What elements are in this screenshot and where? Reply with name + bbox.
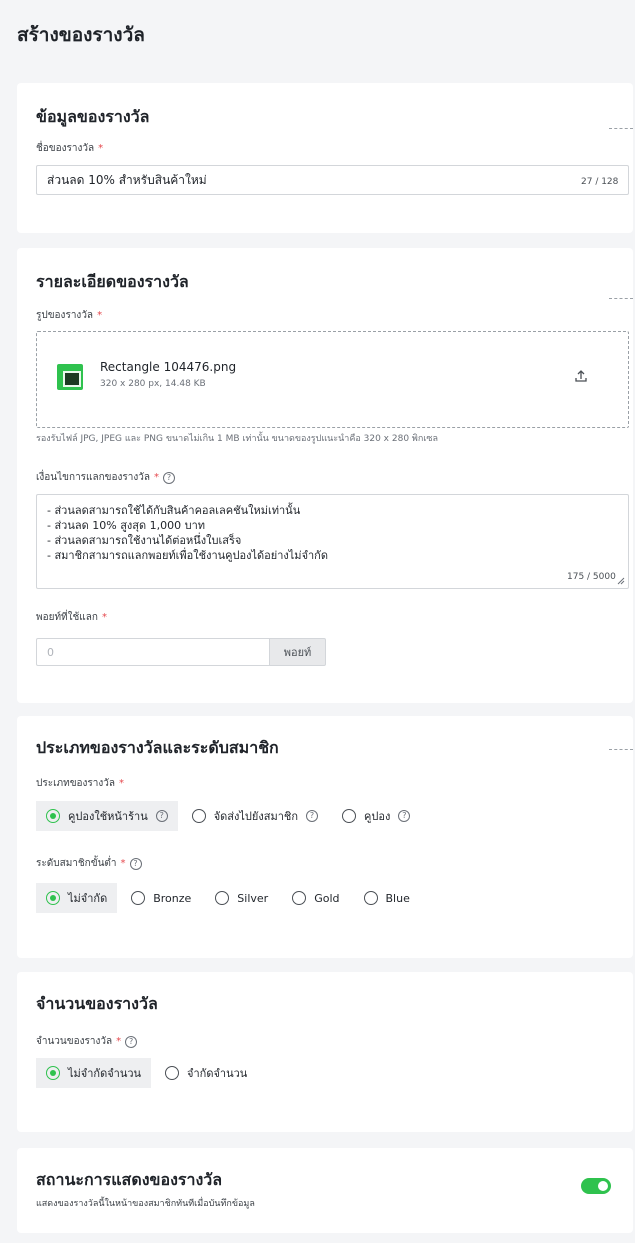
radio-label: Bronze xyxy=(153,891,192,905)
reward-type-label: ประเภทของรางวัล * xyxy=(36,776,124,791)
required-mark: * xyxy=(119,778,125,789)
image-upload-area[interactable]: Rectangle 104476.png 320 x 280 px, 14.48… xyxy=(36,331,629,428)
points-unit: พอยท์ xyxy=(270,638,326,666)
radio-unselected-icon xyxy=(363,891,378,905)
help-icon[interactable]: ? xyxy=(398,810,411,822)
tier-label-text: ระดับสมาชิกขั้นต่ำ xyxy=(36,858,117,869)
reward-name-label: ชื่อของรางวัล * xyxy=(36,141,103,156)
help-icon[interactable]: ? xyxy=(125,1035,138,1048)
radio-tier-silver[interactable]: Silver xyxy=(205,883,278,913)
reward-details-title: รายละเอียดของรางวัล xyxy=(36,272,189,291)
points-input[interactable]: 0 xyxy=(36,638,270,666)
conditions-textarea[interactable]: - ส่วนลดสามารถใช้ได้กับสินค้าคอลเลคชันให… xyxy=(36,494,629,589)
points-input-group: 0 พอยท์ xyxy=(36,638,326,666)
display-status-toggle[interactable] xyxy=(581,1178,611,1194)
reward-type-radio-group: คูปองใช้หน้าร้าน ? จัดส่งไปยังสมาชิก ? ค… xyxy=(36,801,424,831)
radio-ship-to-member[interactable]: จัดส่งไปยังสมาชิก ? xyxy=(182,801,328,831)
conditions-label: เงื่อนไขการแลกของรางวัล * ? xyxy=(36,470,176,485)
quantity-label: จำนวนของรางวัล * ? xyxy=(36,1034,138,1049)
resize-grip-icon[interactable] xyxy=(615,575,625,585)
reward-quantity-title: จำนวนของรางวัล xyxy=(36,994,158,1013)
conditions-counter: 175 / 5000 xyxy=(567,572,616,582)
conditions-line: - ส่วนลดสามารถใช้ได้กับสินค้าคอลเลคชันให… xyxy=(47,504,301,517)
tier-radio-group: ไม่จำกัด Bronze Silver Gold Blue xyxy=(36,883,424,913)
radio-unselected-icon xyxy=(292,891,307,905)
help-icon[interactable]: ? xyxy=(155,810,168,822)
divider-dash xyxy=(609,749,633,750)
radio-unselected-icon xyxy=(191,809,206,823)
reward-quantity-card: จำนวนของรางวัล จำนวนของรางวัล * ? ไม่จำก… xyxy=(17,972,633,1132)
reward-type-title: ประเภทของรางวัลและระดับสมาชิก xyxy=(36,738,279,757)
radio-label: Silver xyxy=(237,891,269,905)
reward-image-label: รูปของรางวัล * xyxy=(36,308,102,323)
help-icon[interactable]: ? xyxy=(129,857,142,870)
radio-unselected-icon xyxy=(165,1066,180,1080)
reward-info-title: ข้อมูลของรางวัล xyxy=(36,107,150,126)
radio-label: ไม่จำกัด xyxy=(68,892,108,905)
points-label-text: พอยท์ที่ใช้แลก xyxy=(36,612,98,623)
radio-tier-blue[interactable]: Blue xyxy=(354,883,420,913)
reward-name-value: ส่วนลด 10% สำหรับสินค้าใหม่ xyxy=(47,172,207,187)
radio-tier-unlimited[interactable]: ไม่จำกัด xyxy=(36,883,118,913)
radio-selected-icon xyxy=(46,809,60,823)
radio-label: Blue xyxy=(385,891,410,905)
conditions-line: - สมาชิกสามารถแลกพอยท์เพื่อใช้งานคูปองได… xyxy=(47,549,328,562)
points-label: พอยท์ที่ใช้แลก * xyxy=(36,610,107,625)
conditions-line: - ส่วนลดสามารถใช้งานได้ต่อหนึ่งใบเสร็จ xyxy=(47,534,242,547)
divider-dash xyxy=(609,298,633,299)
help-icon[interactable]: ? xyxy=(306,810,318,822)
reward-image-label-text: รูปของรางวัล xyxy=(36,310,94,321)
radio-label: Gold xyxy=(314,891,340,905)
radio-unselected-icon xyxy=(342,809,356,823)
display-status-card: สถานะการแสดงของรางวัล แสดงของรางวัลนี้ใน… xyxy=(17,1148,633,1233)
display-status-description: แสดงของรางวัลนี้ในหน้าของสมาชิกทันทีเมื่… xyxy=(36,1199,255,1209)
reward-details-card: รายละเอียดของรางวัล รูปของรางวัล * Recta… xyxy=(17,248,633,703)
upload-hint: รองรับไฟล์ JPG, JPEG และ PNG ขนาดไม่เกิน… xyxy=(36,434,438,444)
radio-label: ไม่จำกัดจำนวน xyxy=(68,1067,142,1080)
radio-quantity-limited[interactable]: จำกัดจำนวน xyxy=(155,1058,257,1088)
divider-dash xyxy=(609,128,633,129)
radio-selected-icon xyxy=(46,891,60,905)
reward-info-card: ข้อมูลของรางวัล ชื่อของรางวัล * ส่วนลด 1… xyxy=(17,83,633,233)
required-mark: * xyxy=(120,858,126,869)
reward-name-label-text: ชื่อของรางวัล xyxy=(36,143,95,154)
tier-label: ระดับสมาชิกขั้นต่ำ * ? xyxy=(36,856,142,871)
radio-tier-gold[interactable]: Gold xyxy=(282,883,349,913)
radio-in-store-coupon[interactable]: คูปองใช้หน้าร้าน ? xyxy=(36,801,178,831)
reward-name-counter: 27 / 128 xyxy=(581,177,619,187)
required-mark: * xyxy=(154,472,160,483)
required-mark: * xyxy=(98,143,104,154)
conditions-line: - ส่วนลด 10% สูงสุด 1,000 บาท xyxy=(47,519,206,532)
required-mark: * xyxy=(97,310,103,321)
radio-label: คูปอง xyxy=(364,810,391,823)
radio-unselected-icon xyxy=(215,891,230,905)
conditions-label-text: เงื่อนไขการแลกของรางวัล xyxy=(36,472,151,483)
image-file-icon xyxy=(57,364,83,390)
quantity-radio-group: ไม่จำกัดจำนวน จำกัดจำนวน xyxy=(36,1058,261,1088)
radio-label: จำกัดจำนวน xyxy=(187,1067,248,1080)
display-status-title: สถานะการแสดงของรางวัล xyxy=(36,1170,223,1189)
required-mark: * xyxy=(116,1036,122,1047)
file-meta: 320 x 280 px, 14.48 KB xyxy=(100,379,206,389)
reward-type-card: ประเภทของรางวัลและระดับสมาชิก ประเภทของร… xyxy=(17,716,633,958)
file-name: Rectangle 104476.png xyxy=(100,360,237,374)
radio-selected-icon xyxy=(46,1066,60,1080)
upload-icon[interactable] xyxy=(573,368,589,384)
required-mark: * xyxy=(101,612,107,623)
help-icon[interactable]: ? xyxy=(163,471,176,484)
radio-label: คูปองใช้หน้าร้าน xyxy=(68,810,148,823)
reward-type-label-text: ประเภทของรางวัล xyxy=(36,778,116,789)
radio-coupon[interactable]: คูปอง ? xyxy=(332,801,420,831)
radio-unselected-icon xyxy=(131,891,146,905)
radio-tier-bronze[interactable]: Bronze xyxy=(121,883,201,913)
page-title: สร้างของรางวัล xyxy=(17,24,145,46)
quantity-label-text: จำนวนของรางวัล xyxy=(36,1036,113,1047)
radio-quantity-unlimited[interactable]: ไม่จำกัดจำนวน xyxy=(36,1058,152,1088)
reward-name-input[interactable]: ส่วนลด 10% สำหรับสินค้าใหม่ xyxy=(36,165,629,195)
radio-label: จัดส่งไปยังสมาชิก xyxy=(213,810,298,823)
